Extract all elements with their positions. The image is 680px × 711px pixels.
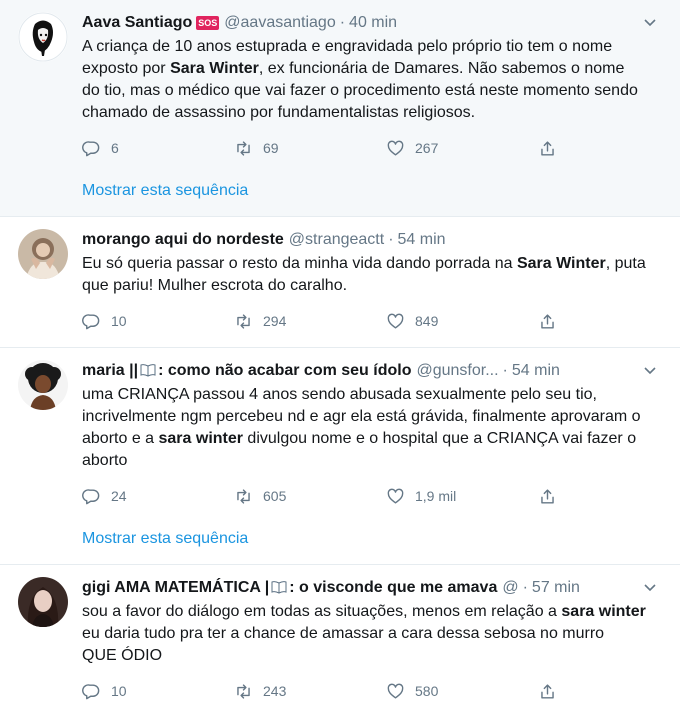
tweet-text: A criança de 10 anos estuprada e engravi… (82, 38, 638, 121)
tweet-header: Aava Santiago SOS @aavasantiago · 40 min (82, 12, 664, 34)
tweet[interactable]: maria ||: como não acabar com seu ídolo … (0, 348, 680, 565)
avatar[interactable] (18, 229, 68, 279)
like-icon (387, 488, 404, 504)
share-button[interactable] (538, 682, 567, 701)
like-button[interactable]: 849 (386, 312, 538, 331)
like-button[interactable]: 580 (386, 682, 538, 701)
share-icon (541, 683, 554, 699)
reply-count: 10 (111, 683, 127, 699)
share-button[interactable] (538, 487, 567, 506)
separator-dot: · (388, 231, 394, 248)
reply-button[interactable]: 10 (82, 682, 234, 701)
retweet-button[interactable]: 605 (234, 487, 386, 506)
retweet-count: 605 (263, 488, 287, 504)
retweet-icon (237, 683, 250, 699)
display-name[interactable]: maria || : como não acabar com seu ídolo (82, 360, 411, 382)
tweet[interactable]: morango aqui do nordeste @strangeactt · … (0, 217, 680, 348)
show-thread-link[interactable]: Mostrar esta sequência (82, 516, 664, 564)
retweet-icon (237, 313, 250, 329)
share-button[interactable] (538, 139, 567, 158)
open-book-emoji (140, 364, 156, 377)
reply-icon (82, 488, 100, 504)
sos-emoji: SOS (196, 16, 220, 30)
timestamp[interactable]: 57 min (532, 577, 580, 599)
open-book-emoji (271, 581, 287, 594)
caret-down-icon[interactable] (642, 362, 658, 378)
timestamp[interactable]: 54 min (398, 229, 446, 251)
tweet[interactable]: Aava Santiago SOS @aavasantiago · 40 min… (0, 0, 680, 217)
like-button[interactable]: 267 (386, 139, 538, 158)
tweet-actions: 6 69 267 (82, 128, 664, 168)
separator-dot: · (339, 14, 346, 31)
tweet-header: maria ||: como não acabar com seu ídolo … (82, 360, 664, 382)
timestamp[interactable]: 54 min (512, 360, 560, 382)
reply-icon (82, 313, 100, 329)
tweet-actions: 10 243 580 (82, 671, 664, 711)
like-icon (387, 683, 404, 699)
avatar[interactable] (18, 360, 68, 410)
like-count: 267 (415, 140, 439, 156)
username[interactable]: @strangeactt (289, 229, 384, 251)
separator-dot: · (502, 362, 508, 379)
tweet-actions: 24 605 1,9 mil (82, 476, 664, 516)
avatar[interactable] (18, 12, 68, 62)
like-icon (387, 140, 404, 156)
share-icon (541, 313, 554, 329)
like-icon (387, 313, 404, 329)
show-thread-link[interactable]: Mostrar esta sequência (82, 168, 664, 216)
display-name[interactable]: gigi AMA MATEMÁTICA | : o visconde que me… (82, 577, 497, 599)
retweet-button[interactable]: 69 (234, 139, 386, 158)
reply-button[interactable]: 10 (82, 312, 234, 331)
share-icon (541, 140, 554, 156)
timeline: Aava Santiago SOS @aavasantiago · 40 min… (0, 0, 680, 711)
tweet-header: gigi AMA MATEMÁTICA | : o visconde que me… (82, 577, 664, 599)
username[interactable]: @gunsfor... (416, 360, 498, 382)
retweet-count: 294 (263, 313, 287, 329)
like-count: 580 (415, 683, 439, 699)
tweet-text: sou a favor do diálogo em todas as situa… (82, 603, 646, 664)
reply-icon (82, 140, 100, 156)
mention-highlight: sara winter (158, 430, 243, 447)
timestamp[interactable]: 40 min (349, 12, 397, 34)
like-button[interactable]: 1,9 mil (386, 487, 538, 506)
retweet-icon (237, 488, 250, 504)
like-count: 849 (415, 313, 439, 329)
share-icon (541, 488, 554, 504)
tweet-actions: 10 294 849 (82, 301, 664, 341)
display-name-part: : o visconde que me amava (289, 579, 498, 596)
reply-count: 24 (111, 488, 127, 504)
reply-icon (82, 683, 100, 699)
retweet-count: 69 (263, 140, 279, 156)
mention-highlight: sara winter (561, 603, 646, 620)
reply-button[interactable]: 6 (82, 139, 234, 158)
retweet-button[interactable]: 243 (234, 682, 386, 701)
mention-highlight: Sara Winter (516, 255, 606, 272)
share-button[interactable] (538, 312, 567, 331)
caret-down-icon[interactable] (642, 14, 658, 30)
display-name-part: maria || (82, 362, 139, 379)
like-count: 1,9 mil (415, 488, 457, 504)
separator-dot: · (522, 579, 528, 596)
retweet-button[interactable]: 294 (234, 312, 386, 331)
reply-count: 6 (111, 140, 119, 156)
username[interactable]: @ (502, 577, 518, 599)
display-name[interactable]: Aava Santiago (82, 12, 192, 34)
mention-highlight: Sara Winter (170, 60, 259, 77)
tweet-text: uma CRIANÇA passou 4 anos sendo abusada … (82, 386, 641, 469)
display-name-part: : como não acabar com seu ídolo (158, 362, 412, 379)
reply-button[interactable]: 24 (82, 487, 234, 506)
avatar[interactable] (18, 577, 68, 627)
retweet-icon (237, 140, 250, 156)
caret-down-icon[interactable] (642, 579, 658, 595)
username[interactable]: @aavasantiago (224, 12, 335, 34)
tweet[interactable]: gigi AMA MATEMÁTICA | : o visconde que me… (0, 565, 680, 711)
reply-count: 10 (111, 313, 127, 329)
display-name-part: gigi AMA MATEMÁTICA | (82, 579, 270, 596)
tweet-header: morango aqui do nordeste @strangeactt · … (82, 229, 664, 251)
tweet-text: Eu só queria passar o resto da minha vid… (82, 255, 646, 294)
retweet-count: 243 (263, 683, 287, 699)
display-name[interactable]: morango aqui do nordeste (82, 229, 284, 251)
